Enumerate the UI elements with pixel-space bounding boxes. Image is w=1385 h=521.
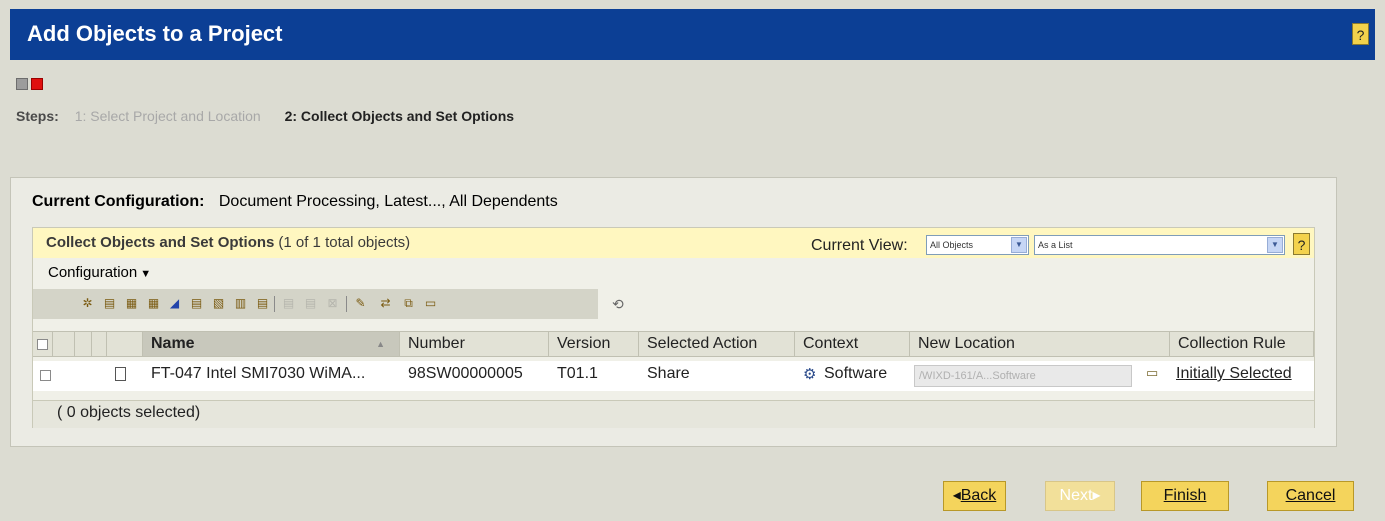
- toolbar-divider: [346, 296, 347, 312]
- column-header-version[interactable]: Version: [549, 331, 639, 357]
- view-filter-value: All Objects: [930, 240, 974, 250]
- collect-related-icon[interactable]: ◢: [167, 296, 182, 311]
- step-2-current: 2: Collect Objects and Set Options: [284, 108, 515, 124]
- column-header-collection-rule[interactable]: Collection Rule: [1170, 331, 1314, 357]
- steps-label: Steps:: [16, 108, 59, 124]
- back-button[interactable]: ◂Back: [943, 481, 1006, 511]
- row-selected-action[interactable]: Share: [647, 365, 690, 383]
- current-configuration-label: Current Configuration:: [32, 193, 205, 210]
- collect-dependents-icon[interactable]: ✲: [80, 296, 95, 311]
- collect-drawings-icon[interactable]: ▧: [211, 296, 226, 311]
- column-header-context[interactable]: Context: [795, 331, 910, 357]
- row-number: 98SW00000005: [408, 365, 523, 382]
- selection-status: ( 0 objects selected): [57, 404, 201, 421]
- current-configuration-value: Document Processing, Latest..., All Depe…: [218, 193, 558, 210]
- column-spacer: [53, 331, 75, 357]
- collect-describe-icon[interactable]: ▦: [124, 296, 139, 311]
- column-spacer: [92, 331, 107, 357]
- current-configuration: Current Configuration: Document Processi…: [32, 193, 558, 211]
- remove-icon: ▤: [282, 296, 295, 310]
- cancel-button-label: Cancel: [1285, 487, 1336, 504]
- configuration-menu-label: Configuration: [48, 264, 138, 281]
- finish-button-label: Finish: [1163, 487, 1207, 504]
- collect-title-text: Collect Objects and Set Options: [46, 234, 275, 251]
- column-spacer: [107, 331, 143, 357]
- next-button: Next▸: [1045, 481, 1115, 511]
- column-header-number[interactable]: Number: [400, 331, 549, 357]
- set-location-folder-icon[interactable]: ▭: [423, 296, 438, 311]
- next-button-label: Next: [1059, 487, 1093, 504]
- back-arrow-icon: ◂: [952, 487, 961, 504]
- title-bar: Add Objects to a Project ?: [10, 9, 1375, 60]
- clear-icon: ⊠: [327, 296, 338, 310]
- document-icon: [115, 367, 126, 381]
- collect-count: (1 of 1 total objects): [278, 234, 411, 251]
- step-indicator-1: [16, 78, 28, 90]
- toolbar-divider: [274, 296, 275, 312]
- select-all-checkbox[interactable]: [37, 339, 48, 350]
- finish-button[interactable]: Finish: [1141, 481, 1229, 511]
- refresh-icon[interactable]: ⟲: [612, 296, 624, 313]
- new-location-field: /WIXD-161/A...Software: [914, 365, 1132, 387]
- table-footer: ( 0 objects selected): [33, 400, 1314, 428]
- row-context: Software: [824, 365, 888, 382]
- collect-header: Collect Objects and Set Options (1 of 1 t…: [33, 228, 1314, 258]
- caret-down-icon: ▼: [140, 268, 152, 280]
- next-arrow-icon: ▸: [1092, 487, 1101, 504]
- column-spacer: [75, 331, 92, 357]
- row-version: T01.1: [557, 365, 598, 382]
- actions-toolbar: ✲ ▤ ▦ ▦ ◢ ▤ ▧ ▥ ▤ ▤ ▤ ⊠ ✎ ⇄ ⧉ ▭: [33, 289, 598, 319]
- row-name[interactable]: FT-047 Intel SMI7030 WiMA...: [151, 365, 365, 383]
- set-action-icon[interactable]: ✎: [353, 296, 368, 311]
- collect-title: Collect Objects and Set Options (1 of 1 t…: [46, 234, 410, 251]
- collection-rule-link[interactable]: Initially Selected: [1176, 365, 1292, 383]
- chevron-down-icon[interactable]: ▼: [1011, 237, 1027, 253]
- view-mode-value: As a List: [1038, 240, 1073, 250]
- step-1-link[interactable]: 1: Select Project and Location: [75, 108, 261, 124]
- row-checkbox[interactable]: [40, 370, 51, 381]
- column-header-selected-action[interactable]: Selected Action: [639, 331, 795, 357]
- column-header-new-location[interactable]: New Location: [910, 331, 1170, 357]
- remove-all-icon: ▤: [304, 296, 317, 310]
- collect-parents-icon[interactable]: ▦: [146, 296, 161, 311]
- current-view-label: Current View:: [811, 237, 908, 254]
- collect-help-button[interactable]: ?: [1293, 233, 1310, 255]
- collect-all-icon[interactable]: ▤: [255, 296, 270, 311]
- steps-breadcrumb: Steps: 1: Select Project and Location 2:…: [16, 108, 514, 124]
- gear-icon: ⚙: [803, 366, 817, 383]
- view-filter-select[interactable]: All Objects ▼: [926, 235, 1029, 255]
- folder-browse-icon[interactable]: ▭: [1146, 365, 1158, 381]
- copy-icon[interactable]: ⧉: [401, 296, 416, 311]
- help-button[interactable]: ?: [1352, 23, 1369, 45]
- step-indicator-2: [31, 78, 43, 90]
- configuration-menu[interactable]: Configuration ▼: [48, 264, 151, 281]
- view-mode-select[interactable]: As a List ▼: [1034, 235, 1285, 255]
- collect-references-icon[interactable]: ▤: [102, 296, 117, 311]
- column-header-name-label: Name: [151, 335, 195, 352]
- sort-ascending-icon: ▲: [376, 339, 385, 349]
- chevron-down-icon[interactable]: ▼: [1267, 237, 1283, 253]
- select-all-header: [33, 331, 53, 357]
- cancel-button[interactable]: Cancel: [1267, 481, 1354, 511]
- page-title: Add Objects to a Project: [27, 21, 283, 46]
- collect-documents-icon[interactable]: ▤: [189, 296, 204, 311]
- collect-cad-icon[interactable]: ▥: [233, 296, 248, 311]
- share-icon[interactable]: ⇄: [378, 296, 393, 311]
- back-button-label: Back: [960, 487, 997, 504]
- column-header-name[interactable]: Name ▲: [143, 331, 400, 357]
